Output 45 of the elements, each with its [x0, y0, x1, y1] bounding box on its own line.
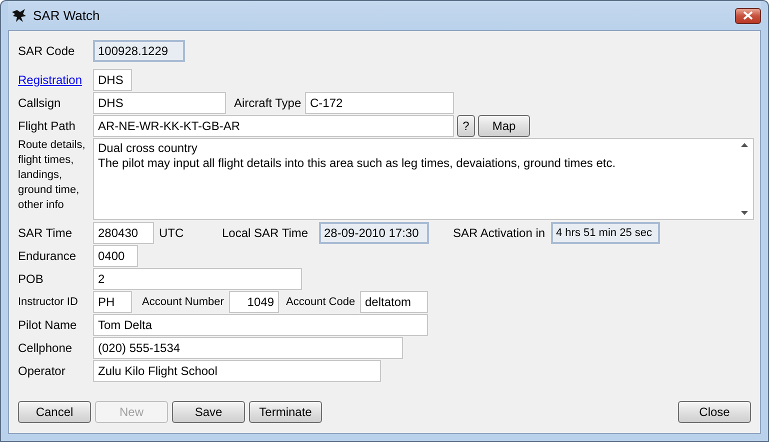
action-button[interactable]: Save [172, 401, 245, 423]
unit-label: UTC [159, 226, 185, 240]
action-button[interactable]: Map [478, 115, 530, 137]
field-label: Aircraft Type [234, 96, 302, 110]
field-label: SAR Code [18, 44, 76, 58]
input-field[interactable]: 1049 [229, 291, 279, 313]
field-label: Callsign [18, 96, 62, 110]
field-label: Pilot Name [18, 318, 78, 332]
close-button[interactable] [735, 8, 761, 24]
field-label: Account Number [142, 296, 225, 308]
input-field[interactable]: Tom Delta [93, 314, 428, 336]
field-label: Instructor ID [18, 296, 79, 308]
input-field[interactable]: PH [93, 291, 132, 313]
field-label: POB [18, 272, 44, 286]
action-button[interactable]: Close [678, 401, 751, 423]
readonly-field: 4 hrs 51 min 25 sec [551, 222, 660, 244]
window-title: SAR Watch [33, 8, 100, 23]
field-label: SAR Time [18, 226, 74, 240]
field-label: SAR Activation in [453, 226, 546, 240]
field-label: Route details, flight times, landings, ground time, other info [18, 138, 86, 213]
input-field[interactable]: (020) 555-1534 [93, 337, 403, 359]
field-label: Account Code [286, 296, 356, 308]
readonly-field: 28-09-2010 17:30 [319, 222, 429, 244]
input-field[interactable]: 0400 [93, 245, 138, 267]
action-button[interactable]: Cancel [18, 401, 91, 423]
field-label: Local SAR Time [222, 226, 310, 240]
readonly-field: 100928.1229 [93, 40, 185, 62]
input-field[interactable]: Zulu Kilo Flight School [93, 360, 381, 382]
action-button[interactable]: ? [457, 115, 475, 137]
input-field[interactable]: C-172 [305, 92, 454, 114]
action-button[interactable]: Terminate [249, 401, 322, 423]
field-label: Endurance [18, 249, 78, 263]
route-details-field[interactable]: Dual cross country The pilot may input all flight details into this area such as leg times, devaiations, ground times etc. [93, 138, 754, 220]
input-field[interactable]: 280430 [93, 222, 154, 244]
bird-icon [11, 8, 27, 22]
input-field[interactable]: deltatom [360, 291, 428, 313]
input-field[interactable]: DHS [93, 92, 226, 114]
registration-link[interactable]: Registration [18, 73, 82, 87]
close-icon [743, 11, 753, 20]
field-label: Cellphone [18, 341, 74, 355]
input-field[interactable]: AR-NE-WR-KK-KT-GB-AR [93, 115, 454, 137]
field-label: Flight Path [18, 119, 76, 133]
input-field[interactable]: DHS [93, 69, 132, 91]
field-label: Operator [18, 364, 66, 378]
input-field[interactable]: 2 [93, 268, 302, 290]
